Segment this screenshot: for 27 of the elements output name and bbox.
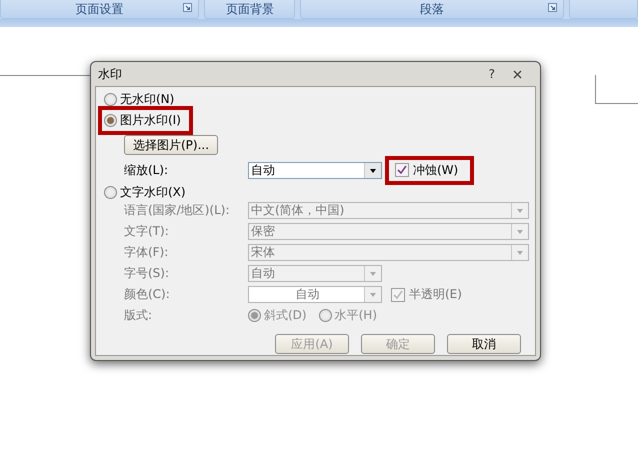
dialog-button[interactable]: 取消 bbox=[447, 334, 521, 354]
field-label: 字号(S): bbox=[124, 265, 170, 282]
washout-checkbox[interactable]: 冲蚀(W) bbox=[395, 162, 458, 178]
close-icon[interactable] bbox=[513, 70, 522, 78]
radio-button[interactable]: 图片水印(I) bbox=[104, 112, 181, 128]
select-picture-button[interactable]: 选择图片(P)... bbox=[124, 135, 218, 155]
field-label: 颜色(C): bbox=[124, 286, 171, 303]
radio-button[interactable]: 无水印(N) bbox=[104, 91, 174, 108]
field-label: 语言(国家/地区)(L): bbox=[124, 202, 230, 219]
field-label: 文字(T): bbox=[124, 223, 170, 240]
dialog-launcher-icon[interactable] bbox=[183, 3, 192, 12]
field-label: 缩放(L): bbox=[124, 162, 170, 178]
ribbon-group bbox=[568, 0, 638, 19]
dialog-title: 水印 bbox=[98, 66, 122, 82]
scale-dropdown[interactable]: 自动 bbox=[248, 162, 382, 178]
field-label: 版式: bbox=[124, 307, 154, 324]
ribbon-group-label: 段落 bbox=[300, 0, 564, 19]
check-icon bbox=[397, 165, 407, 175]
help-button[interactable]: ? bbox=[488, 67, 495, 81]
dialog-launcher-icon[interactable] bbox=[548, 3, 557, 12]
radio-button[interactable]: 水平(H) bbox=[318, 307, 377, 324]
field-label: 字体(F): bbox=[124, 244, 170, 261]
radio-button[interactable]: 文字水印(X) bbox=[104, 184, 186, 200]
check-icon bbox=[393, 290, 403, 300]
ribbon-group-label: 页面设置 bbox=[0, 0, 200, 19]
radio-button[interactable]: 斜式(D) bbox=[248, 307, 307, 324]
ribbon-group-label: 页面背景 bbox=[204, 0, 296, 19]
